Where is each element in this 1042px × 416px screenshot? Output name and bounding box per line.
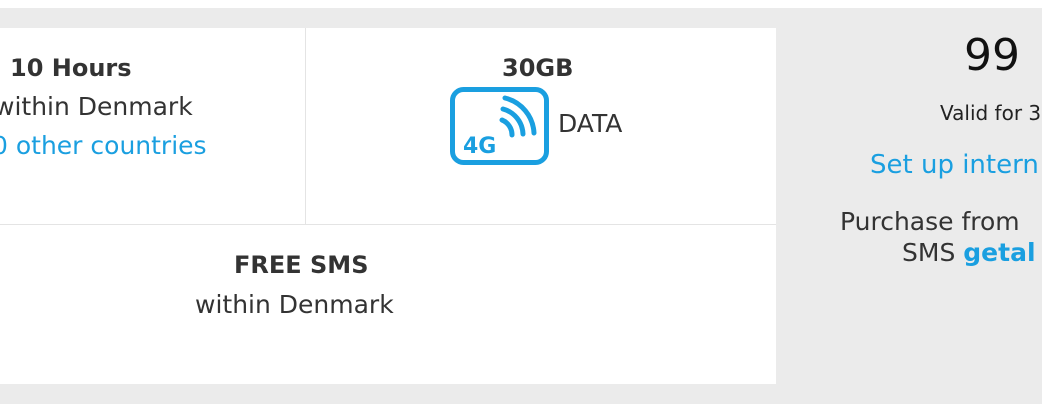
plan-features-card: 10 Hours within Denmark 0 other countrie…	[0, 28, 776, 384]
4g-signal-icon: 4G	[450, 87, 549, 165]
sms-allowance-title: FREE SMS	[234, 251, 369, 279]
plan-validity: Valid for 3	[940, 101, 1042, 125]
data-label: DATA	[558, 109, 623, 138]
sms-allowance-subtitle: within Denmark	[195, 290, 394, 319]
divider-horizontal	[0, 224, 776, 225]
sms-purchase-line: SMS getal	[902, 238, 1036, 267]
4g-badge-text: 4G	[463, 134, 496, 159]
divider-vertical	[305, 28, 306, 224]
voice-allowance-subtitle: within Denmark	[0, 92, 193, 121]
plan-price: 99	[964, 30, 1020, 81]
other-countries-link[interactable]: 0 other countries	[0, 131, 207, 160]
sms-keyword: getal	[963, 238, 1036, 267]
voice-allowance-title: 10 Hours	[10, 54, 132, 82]
purchase-instruction: Purchase from	[840, 207, 1020, 236]
setup-internet-link[interactable]: Set up intern	[870, 150, 1039, 180]
sms-prefix: SMS	[902, 238, 956, 267]
page: 10 Hours within Denmark 0 other countrie…	[0, 0, 1042, 416]
data-allowance-title: 30GB	[502, 54, 574, 82]
